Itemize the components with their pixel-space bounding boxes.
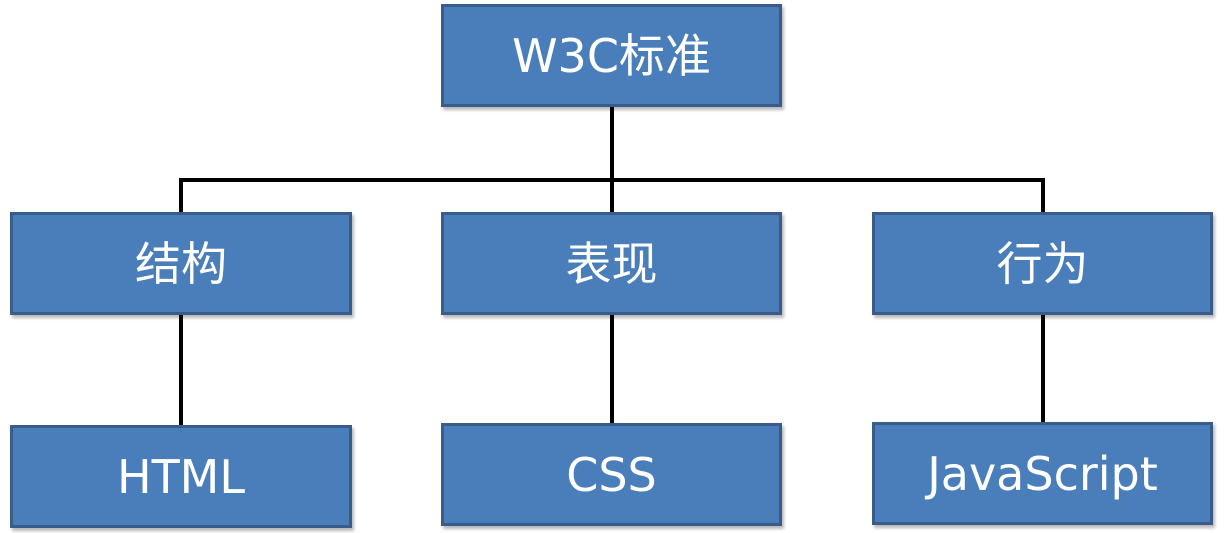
node-javascript: JavaScript xyxy=(872,422,1213,525)
node-html-label: HTML xyxy=(116,449,245,504)
root-node-label: W3C标准 xyxy=(512,28,711,83)
node-structure-label: 结构 xyxy=(135,236,227,291)
node-behavior-label: 行为 xyxy=(996,236,1089,291)
node-html: HTML xyxy=(10,425,352,528)
node-javascript-label: JavaScript xyxy=(927,446,1158,501)
node-presentation-label: 表现 xyxy=(565,236,658,291)
node-css-label: CSS xyxy=(566,447,657,502)
root-node-w3c-standard: W3C标准 xyxy=(441,4,782,107)
node-css: CSS xyxy=(441,423,782,526)
node-presentation: 表现 xyxy=(441,212,782,315)
node-structure: 结构 xyxy=(10,212,352,315)
node-behavior: 行为 xyxy=(872,212,1213,315)
